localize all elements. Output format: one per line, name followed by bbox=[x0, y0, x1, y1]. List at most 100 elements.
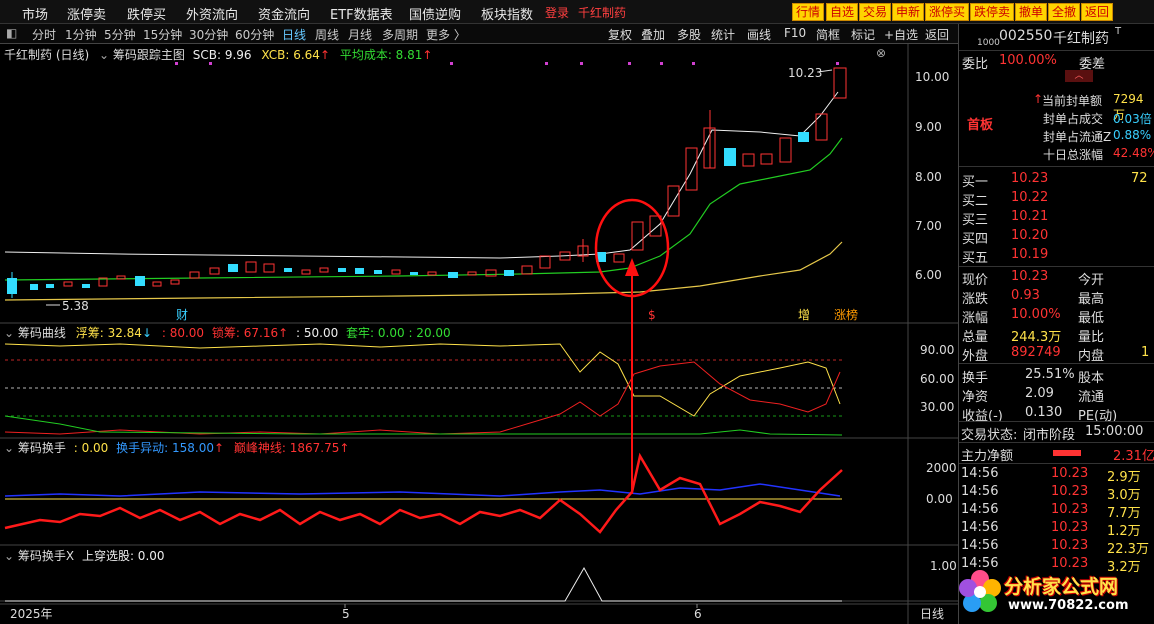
turnover-panel-title[interactable]: 筹码换手 bbox=[18, 441, 66, 455]
abnormal-turnover-value: 换手异动: 158.00 bbox=[116, 441, 214, 455]
trade-button[interactable]: 交易 bbox=[859, 3, 892, 21]
menu-limit-up-sell[interactable]: 涨停卖 bbox=[67, 4, 106, 23]
period-intraday[interactable]: 分时 bbox=[32, 26, 56, 43]
period-30min[interactable]: 30分钟 bbox=[189, 26, 228, 43]
stat-value: 10.00% bbox=[1011, 307, 1061, 322]
bid-label: 买三 bbox=[962, 213, 989, 228]
overlay-button[interactable]: 叠加 bbox=[641, 26, 665, 43]
menu-foreign-flow[interactable]: 外资流向 bbox=[186, 4, 238, 23]
tick-row: 14:56 10.23 1.2万 bbox=[959, 520, 1154, 539]
stat-label: 净资 bbox=[962, 390, 989, 405]
menu-market[interactable]: 市场 bbox=[22, 4, 48, 23]
stat2-row: 净资 2.09 流通 bbox=[959, 385, 1154, 405]
tick-row: 14:56 10.23 3.0万 bbox=[959, 484, 1154, 503]
panel-toggle-icon[interactable]: ◧ bbox=[6, 26, 17, 40]
stat-value: 244.3万 bbox=[1011, 330, 1062, 345]
chevron-down-icon[interactable]: ⌄ bbox=[4, 441, 14, 455]
f10-button[interactable]: F10 bbox=[784, 26, 806, 40]
ten-day-value: 42.48% bbox=[1113, 146, 1154, 160]
lock-chip-curve bbox=[4, 361, 841, 435]
first-board-badge: 首板 bbox=[967, 118, 994, 133]
main-indicator-name[interactable]: 筹码跟踪主图 bbox=[113, 48, 185, 62]
cross-panel-title[interactable]: 筹码换手X bbox=[18, 549, 74, 563]
bid-row[interactable]: 买一 10.23 72 bbox=[959, 170, 1154, 190]
back-button[interactable]: 返回 bbox=[1081, 3, 1114, 21]
watermark-text: 分析家公式网 bbox=[1004, 576, 1119, 598]
curve-y-tick: 30.00 bbox=[920, 400, 954, 414]
draw-line-button[interactable]: 画线 bbox=[747, 26, 771, 43]
bid-price: 10.23 bbox=[1011, 171, 1049, 186]
stat-label: 流通 bbox=[1078, 390, 1105, 405]
increase-marker[interactable]: 增 bbox=[798, 308, 810, 322]
main-net-bar bbox=[1053, 450, 1081, 456]
bid-row[interactable]: 买五 10.19 bbox=[959, 246, 1154, 266]
stat-value: 2.09 bbox=[1025, 386, 1054, 401]
stat-label: 最高 bbox=[1078, 292, 1105, 307]
period-5min[interactable]: 5分钟 bbox=[104, 26, 136, 43]
period-more[interactable]: 更多 〉 bbox=[426, 26, 466, 43]
period-multi[interactable]: 多周期 bbox=[382, 26, 418, 43]
menu-fund-flow[interactable]: 资金流向 bbox=[258, 4, 310, 23]
tick-price: 10.23 bbox=[1051, 520, 1089, 535]
adjust-button[interactable]: 复权 bbox=[608, 26, 632, 43]
limit-down-sell-button[interactable]: 跌停卖 bbox=[970, 3, 1015, 21]
mark-button[interactable]: 标记 bbox=[851, 26, 875, 43]
tick-time: 14:56 bbox=[961, 502, 999, 517]
curve-panel-title[interactable]: 筹码曲线 bbox=[18, 326, 66, 340]
statistics-button[interactable]: 统计 bbox=[711, 26, 735, 43]
bid-row[interactable]: 买三 10.21 bbox=[959, 208, 1154, 228]
stock-name: 千红制药 bbox=[1053, 31, 1109, 47]
menu-etf-table[interactable]: ETF数据表 bbox=[330, 4, 393, 23]
quote-button[interactable]: 行情 bbox=[792, 3, 825, 21]
low-price-label: 5.38 bbox=[62, 299, 89, 313]
cancel-order-button[interactable]: 撤单 bbox=[1015, 3, 1048, 21]
weibi-row: 委比 100.00% 委差 bbox=[959, 52, 1154, 72]
t-marker-icon: T bbox=[1115, 26, 1122, 37]
multi-stock-button[interactable]: 多股 bbox=[677, 26, 701, 43]
chevron-down-icon[interactable]: ⌄ bbox=[99, 48, 109, 62]
period-monthly[interactable]: 月线 bbox=[348, 26, 372, 43]
period-60min[interactable]: 60分钟 bbox=[235, 26, 274, 43]
bid-price: 10.21 bbox=[1011, 209, 1049, 224]
stat-value: 892749 bbox=[1011, 345, 1061, 360]
toolbar-back-button[interactable]: 返回 bbox=[925, 26, 949, 43]
menu-sector-index[interactable]: 板块指数 bbox=[481, 4, 533, 23]
yellow-cost-line bbox=[4, 241, 843, 301]
menu-limit-down-buy[interactable]: 跌停买 bbox=[127, 4, 166, 23]
curve-y-tick: 90.00 bbox=[920, 343, 954, 357]
settings-icon[interactable]: ⊗ bbox=[876, 46, 886, 60]
bid-row[interactable]: 买四 10.20 bbox=[959, 227, 1154, 247]
login-link[interactable]: 登录 bbox=[545, 4, 569, 21]
period-1min[interactable]: 1分钟 bbox=[65, 26, 97, 43]
finance-marker[interactable]: 财 bbox=[176, 308, 188, 322]
ipo-button[interactable]: 申新 bbox=[892, 3, 925, 21]
curve-y-tick: 60.00 bbox=[920, 372, 954, 386]
period-daily[interactable]: 日线 bbox=[282, 26, 306, 43]
simple-frame-button[interactable]: 简框 bbox=[816, 26, 840, 43]
cross-panel-header: ⌄ 筹码换手X 上穿选股: 0.00 bbox=[4, 547, 165, 564]
menu-repo[interactable]: 国债逆购 bbox=[409, 4, 461, 23]
main-y-tick: 7.00 bbox=[915, 219, 942, 233]
expand-icon[interactable]: ︿ bbox=[1065, 70, 1093, 82]
cancel-all-button[interactable]: 全撤 bbox=[1048, 3, 1081, 21]
period-15min[interactable]: 15分钟 bbox=[143, 26, 182, 43]
cross-signal-value: 上穿选股: 0.00 bbox=[81, 549, 165, 563]
scb-line bbox=[4, 91, 839, 259]
tick-price: 10.23 bbox=[1051, 538, 1089, 553]
stat-label: 换手 bbox=[962, 371, 989, 386]
stat2-row: 换手 25.51% 股本 bbox=[959, 366, 1154, 386]
top-menu-bar: 市场 涨停卖 跌停买 外资流向 资金流向 ETF数据表 国债逆购 板块指数 登录… bbox=[0, 0, 1154, 24]
watchlist-button[interactable]: 自选 bbox=[826, 3, 859, 21]
seal-deal-label: 封单占成交 bbox=[1043, 112, 1104, 126]
chevron-down-icon[interactable]: ⌄ bbox=[4, 549, 14, 563]
period-weekly[interactable]: 周线 bbox=[315, 26, 339, 43]
chevron-down-icon[interactable]: ⌄ bbox=[4, 326, 14, 340]
event-marker[interactable]: $ bbox=[648, 308, 656, 322]
bid-row[interactable]: 买二 10.22 bbox=[959, 189, 1154, 209]
limit-up-buy-button[interactable]: 涨停买 bbox=[925, 3, 970, 21]
limit-up-list-marker[interactable]: 涨榜 bbox=[834, 307, 858, 322]
add-watchlist-button[interactable]: +自选 bbox=[884, 26, 918, 43]
curve-panel-header: ⌄ 筹码曲线 浮筹: 32.84↓ : 80.00 锁筹: 67.16↑ : 5… bbox=[4, 326, 451, 340]
main-panel-title: 千红制药 (日线) bbox=[4, 48, 90, 62]
stock-code: 002550 bbox=[999, 28, 1053, 44]
